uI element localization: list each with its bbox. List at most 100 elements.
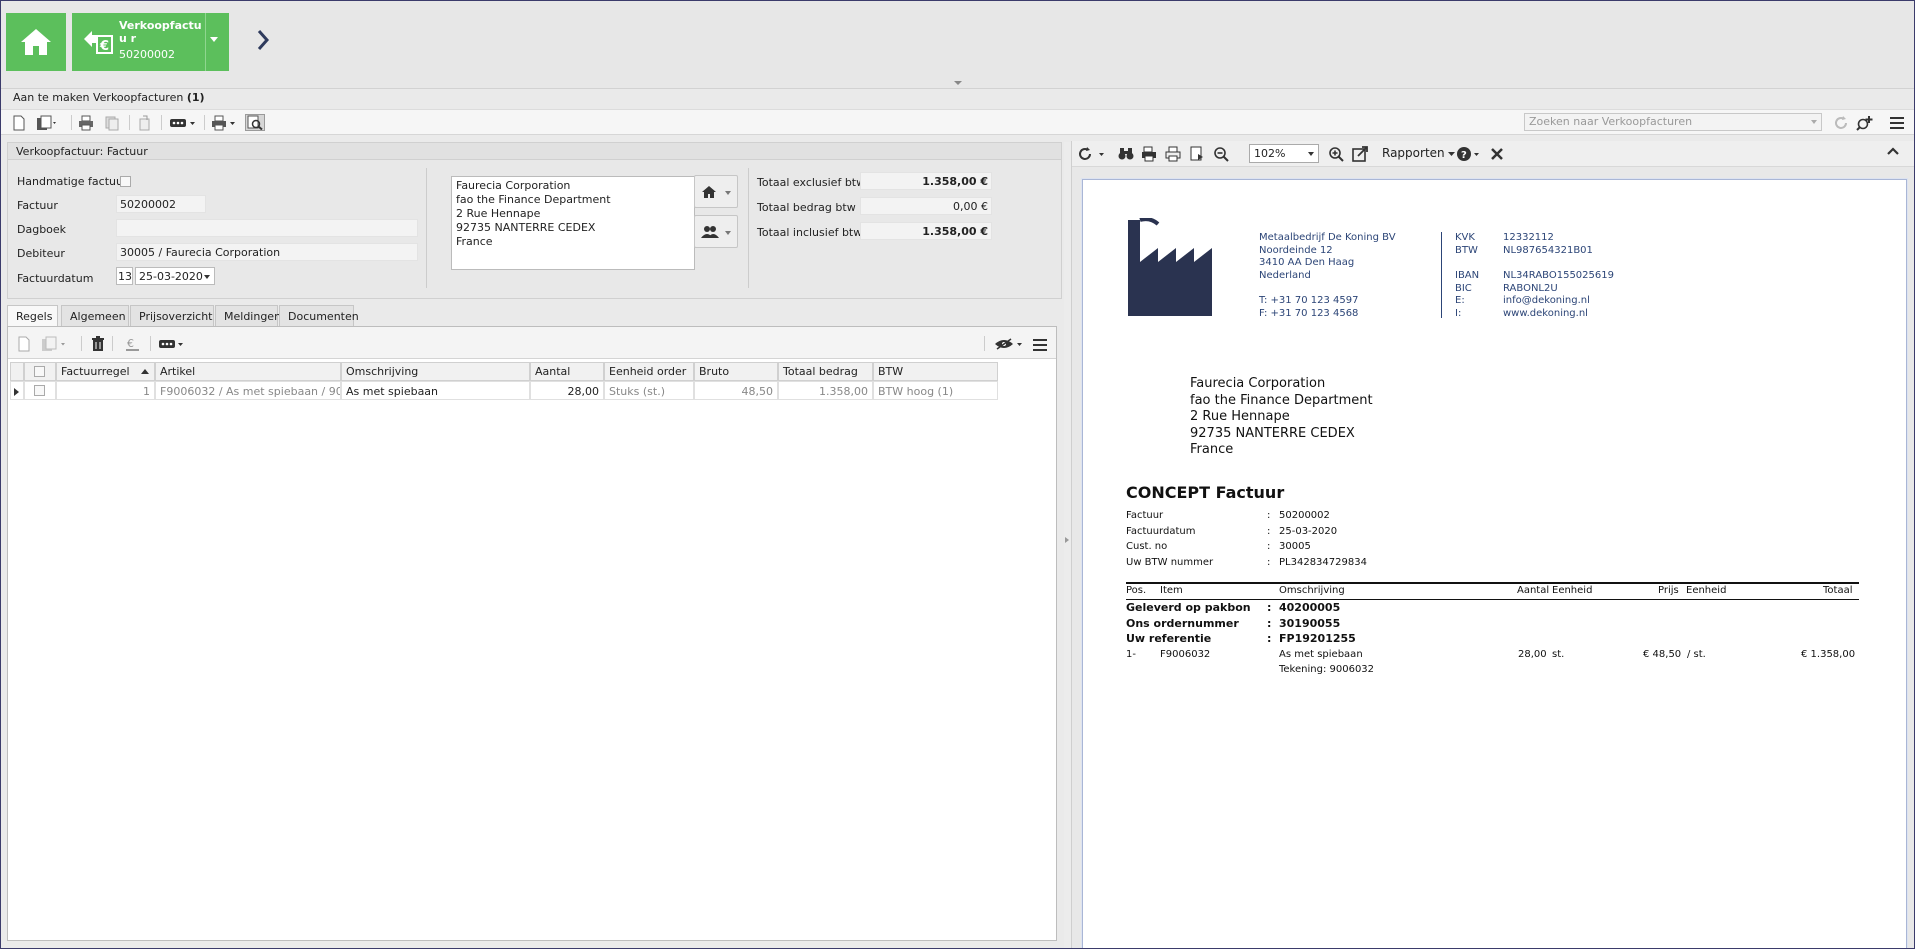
search-input[interactable]: Zoeken naar Verkoopfacturen [1524,113,1822,131]
debtor-field[interactable]: 30005 / Faurecia Corporation [116,243,418,261]
collapse-up-button[interactable] [1886,146,1900,159]
report-preview-panel: 102% Rapporten ? Metaalbedrijf De Koning… [1071,141,1914,948]
add-filter-button[interactable] [1856,114,1874,131]
grid-price-button[interactable]: € [125,335,141,352]
row-checkbox[interactable] [34,385,45,396]
report-refresh-button[interactable] [1077,145,1107,162]
recipient-line: fao the Finance Department [1190,392,1373,408]
meta-label: Factuurdatum [1126,525,1196,537]
address-line: 92735 NANTERRE CEDEX [456,221,596,234]
address-home-button[interactable] [694,175,738,208]
address-contacts-button[interactable] [694,215,738,248]
print-options-button[interactable] [211,114,237,131]
sort-ascending-icon [141,369,149,374]
reference-labels: Geleverd op pakbon Ons ordernummer Uw re… [1126,600,1251,647]
preview-toggle-button[interactable] [245,114,265,131]
cell-artikel[interactable]: F9006032 / As met spiebaan / 900... [155,381,341,400]
invoice-date-field[interactable]: 25-03-2020 [135,267,215,285]
cell-aantal[interactable]: 28,00 [530,381,604,400]
open-external-button[interactable] [1352,145,1368,162]
column-header-artikel[interactable]: Artikel [155,362,341,381]
row-select[interactable] [24,381,56,400]
tab-meldingen[interactable]: Meldingen [215,305,281,326]
chevron-down-icon [725,231,731,235]
close-preview-button[interactable] [1490,145,1504,162]
column-header-aantal[interactable]: Aantal [530,362,604,381]
module-tile-verkoopfactuur[interactable]: € Verkoopfactuu r 50200002 [72,13,229,71]
grid-menu-button[interactable] [1033,336,1047,353]
report-find-button[interactable] [1118,145,1134,162]
tab-documenten[interactable]: Documenten [279,305,359,326]
search-add-icon [1856,115,1873,131]
journal-label: Dagboek [17,223,67,236]
select-all-header[interactable] [24,362,56,381]
table-header-item: Item [1160,585,1183,596]
invoice-form-panel: Verkoopfactuur: Factuur Handmatige factu… [7,142,1062,299]
kvk-value: 12332112 [1503,232,1554,243]
module-dropdown-icon[interactable] [210,37,218,42]
column-header-bruto[interactable]: Bruto [694,362,778,381]
report-print-button[interactable] [1165,145,1181,162]
row-pointer-icon [14,388,19,396]
column-header-omschrijving[interactable]: Omschrijving [341,362,530,381]
menu-button[interactable] [1890,114,1904,131]
zoom-select[interactable]: 102% [1249,144,1319,163]
column-header-factuurregel[interactable]: Factuurregel [56,362,155,381]
tab-prijsoverzicht[interactable]: Prijsoverzicht [130,305,214,326]
journal-field[interactable] [116,219,418,237]
colon: : [1267,616,1272,630]
column-header-eenheid-order[interactable]: Eenheid order [604,362,694,381]
zoom-in-button[interactable] [1328,145,1344,162]
grid-copy-button[interactable] [41,335,67,352]
grid-new-button[interactable] [17,335,31,352]
invoice-address-box[interactable]: Faurecia Corporation fao the Finance Dep… [451,176,695,270]
reports-label: Rapporten [1382,146,1445,160]
reports-menu[interactable]: Rapporten [1382,146,1456,160]
meta-label: Factuur [1126,510,1164,521]
home-button[interactable] [6,13,66,71]
price-hand-icon: € [126,337,139,351]
manual-invoice-checkbox[interactable] [120,176,131,187]
toolbar-separator [129,115,130,130]
select-all-checkbox[interactable] [34,366,45,377]
cell-omschrijving[interactable]: As met spiebaan [341,381,530,400]
search-dropdown-icon[interactable] [1811,120,1817,124]
grid-view-button[interactable] [994,335,1024,352]
help-button[interactable]: ? [1456,145,1482,162]
meta-value: PL342834729834 [1279,556,1367,568]
new-document-button[interactable] [12,114,26,131]
more-actions-button[interactable] [169,114,197,131]
date-dropdown-icon[interactable] [204,275,210,279]
collapse-header-icon[interactable] [954,81,962,85]
tab-algemeen[interactable]: Algemeen [61,305,129,326]
meta-value: 50200002 [1279,510,1330,521]
binoculars-icon [1118,147,1134,159]
tab-regels[interactable]: Regels [7,305,58,327]
print-copy-button[interactable] [104,114,120,131]
export-button[interactable] [137,114,153,131]
print-button[interactable] [78,114,94,131]
cell-bruto: 48,50 [694,381,778,400]
company-phone: T: +31 70 123 4597 [1259,295,1359,306]
panel-splitter[interactable] [1064,142,1071,948]
column-header-btw[interactable]: BTW [873,362,998,381]
report-export-button[interactable] [1141,145,1157,162]
forward-button[interactable] [256,29,270,54]
page-setup-icon [1190,146,1203,160]
external-link-icon [1352,145,1368,162]
grid-more-button[interactable] [158,335,186,352]
zoom-in-icon [1329,146,1344,162]
report-toolbar: 102% Rapporten ? [1072,141,1914,167]
refresh-button[interactable] [1833,114,1849,131]
calendar-button[interactable]: 13 [116,267,133,285]
invoice-number-field[interactable]: 50200002 [116,195,206,213]
grid-delete-button[interactable] [91,335,105,352]
copy-button[interactable] [36,114,58,131]
zoom-dropdown-icon[interactable] [1308,152,1314,156]
column-header-totaal-bedrag[interactable]: Totaal bedrag [778,362,873,381]
company-registration-values: 12332112 NL987654321B01 NL34RABO15502561… [1503,232,1614,320]
zoom-out-button[interactable] [1213,145,1229,162]
report-page-setup-button[interactable] [1189,145,1205,162]
home-icon [21,29,51,55]
colon: : [1267,510,1271,521]
